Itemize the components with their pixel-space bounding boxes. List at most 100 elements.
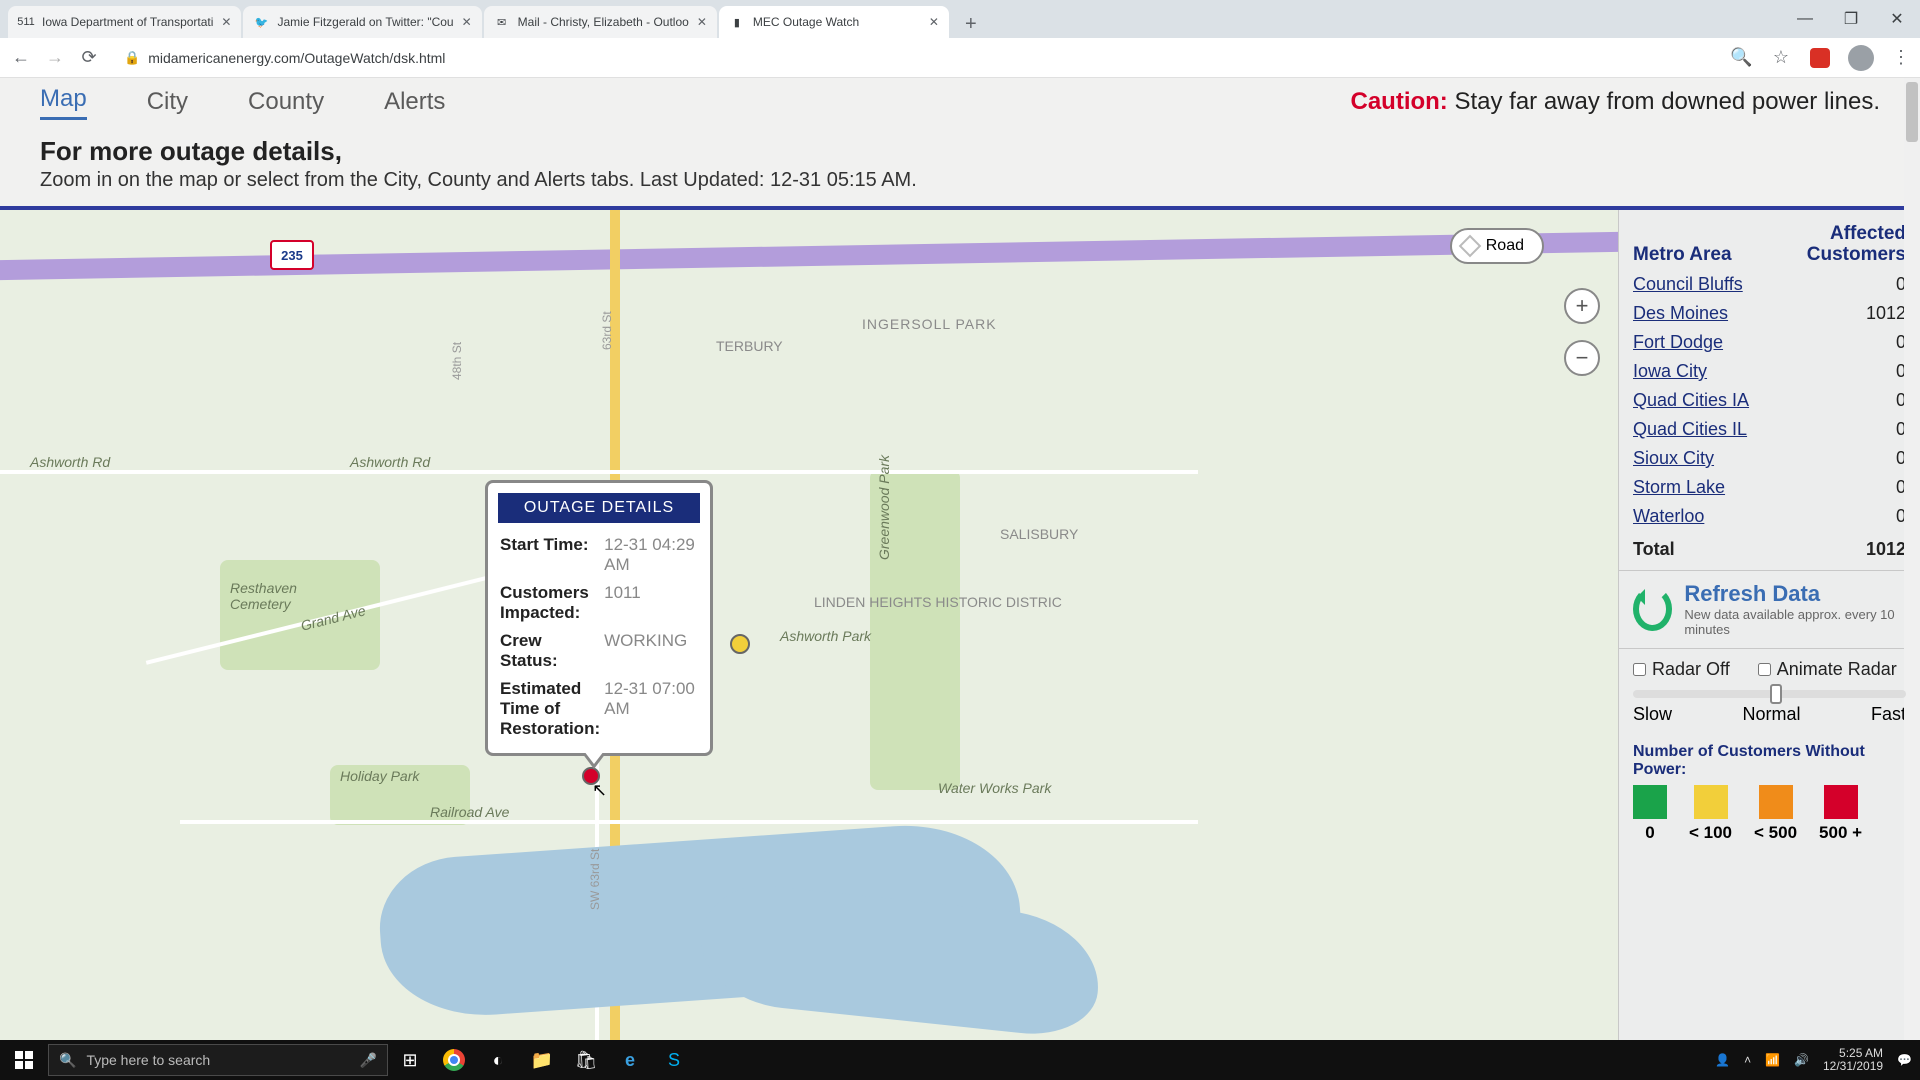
legend-title: Number of Customers Without Power: [1633, 743, 1906, 779]
tray-people-icon[interactable]: 👤 [1715, 1053, 1730, 1067]
popup-field-label: Customers Impacted: [498, 579, 602, 627]
map-label: 48th St [450, 342, 464, 380]
speed-label-slow: Slow [1633, 704, 1672, 725]
page-content: MapCityCountyAlerts Caution: Stay far aw… [0, 78, 1920, 1040]
start-button[interactable] [0, 1040, 48, 1080]
view-tab-map[interactable]: Map [40, 85, 87, 120]
map-layer-road-button[interactable]: Road [1450, 228, 1544, 264]
metro-city-link[interactable]: Fort Dodge [1633, 332, 1723, 353]
taskbar-clock[interactable]: 5:25 AM 12/31/2019 [1823, 1047, 1883, 1073]
map-label: 63rd St [600, 311, 614, 350]
taskbar-app-skype[interactable]: S [652, 1040, 696, 1080]
tab-favicon-icon: 511 [18, 14, 34, 30]
legend-swatch [1694, 785, 1728, 819]
side-col-metro: Metro Area [1633, 244, 1732, 266]
outage-map[interactable]: 235 Resthaven Cemetery Ashworth Rd Ashwo… [0, 210, 1618, 1040]
nav-reload-button[interactable]: ⟳ [78, 47, 100, 68]
browser-tab[interactable]: 🐦Jamie Fitzgerald on Twitter: "Cou✕ [243, 6, 481, 38]
taskbar-app-explorer[interactable]: 📁 [520, 1040, 564, 1080]
tab-close-button[interactable]: ✕ [462, 15, 472, 29]
address-bar[interactable]: 🔒 midamericanenergy.com/OutageWatch/dsk.… [112, 43, 457, 73]
adblock-extension-icon[interactable] [1810, 48, 1830, 68]
search-icon: 🔍 [59, 1052, 76, 1069]
taskbar-app-ie[interactable]: e [608, 1040, 652, 1080]
radar-off-checkbox[interactable]: Radar Off [1633, 659, 1730, 680]
window-minimize-button[interactable]: — [1782, 0, 1828, 38]
nav-forward-button[interactable]: → [44, 47, 66, 68]
mic-icon[interactable]: 🎤 [360, 1052, 377, 1069]
side-total-value: 1012 [1866, 539, 1906, 560]
popup-field-value: 1011 [602, 579, 700, 627]
tab-close-button[interactable]: ✕ [929, 15, 939, 29]
taskbar-app-store[interactable]: 🛍 [564, 1040, 608, 1080]
map-label: Ashworth Rd [30, 454, 110, 470]
tab-favicon-icon: ✉ [494, 14, 510, 30]
speed-label-fast: Fast [1871, 704, 1906, 725]
map-zoom-out-button[interactable]: − [1564, 340, 1600, 376]
taskbar-app-chrome[interactable] [432, 1040, 476, 1080]
view-tabbar: MapCityCountyAlerts Caution: Stay far aw… [0, 78, 1920, 126]
animate-radar-checkbox[interactable]: Animate Radar [1758, 659, 1897, 680]
speed-label-normal: Normal [1742, 704, 1800, 725]
metro-city-link[interactable]: Sioux City [1633, 448, 1714, 469]
legend-item: < 100 [1689, 785, 1732, 843]
map-zoom-in-button[interactable]: + [1564, 288, 1600, 324]
browser-tab[interactable]: ✉Mail - Christy, Elizabeth - Outloo✕ [484, 6, 717, 38]
browser-tab[interactable]: ▮MEC Outage Watch✕ [719, 6, 949, 38]
taskbar-search-input[interactable]: 🔍 Type here to search 🎤 [48, 1044, 388, 1076]
side-total-label: Total [1633, 539, 1675, 560]
page-scrollbar[interactable] [1904, 78, 1920, 1040]
tray-volume-icon[interactable]: 🔊 [1794, 1053, 1809, 1067]
window-close-button[interactable]: ✕ [1874, 0, 1920, 38]
metro-city-link[interactable]: Quad Cities IL [1633, 419, 1747, 440]
radar-speed-slider[interactable] [1633, 690, 1906, 698]
metro-city-link[interactable]: Quad Cities IA [1633, 390, 1749, 411]
tab-close-button[interactable]: ✕ [697, 15, 707, 29]
map-label: SW 63rd St [588, 849, 602, 910]
metro-city-link[interactable]: Council Bluffs [1633, 274, 1743, 295]
windows-taskbar: 🔍 Type here to search 🎤 ⊞ ◐ 📁 🛍 e S 👤 ˄ … [0, 1040, 1920, 1080]
view-tab-alerts[interactable]: Alerts [384, 88, 445, 116]
view-tab-county[interactable]: County [248, 88, 324, 116]
nav-back-button[interactable]: ← [10, 47, 32, 68]
outage-marker-yellow[interactable] [730, 634, 750, 654]
outage-marker-red[interactable] [582, 767, 600, 785]
page-subheader: For more outage details, Zoom in on the … [0, 126, 1920, 206]
tray-overflow-button[interactable]: ˄ [1744, 1053, 1751, 1067]
legend-item: 500 + [1819, 785, 1862, 843]
metro-city-link[interactable]: Des Moines [1633, 303, 1728, 324]
metro-city-link[interactable]: Waterloo [1633, 506, 1704, 527]
popup-field-label: Estimated Time of Restoration: [498, 675, 602, 743]
popup-field-value: 12-31 07:00 AM [602, 675, 700, 743]
legend-label: < 500 [1754, 823, 1797, 843]
popup-title: OUTAGE DETAILS [498, 493, 700, 523]
legend-label: 0 [1645, 823, 1654, 843]
profile-avatar-button[interactable] [1848, 45, 1874, 71]
tab-close-button[interactable]: ✕ [221, 15, 231, 29]
new-tab-button[interactable]: + [957, 10, 985, 38]
legend-swatch [1824, 785, 1858, 819]
bookmark-star-icon[interactable]: ☆ [1770, 47, 1792, 68]
map-label: Holiday Park [340, 768, 419, 784]
taskbar-app-eclipse[interactable]: ◐ [476, 1040, 520, 1080]
browser-menu-button[interactable]: ⋮ [1892, 47, 1910, 68]
tab-title: Jamie Fitzgerald on Twitter: "Cou [277, 15, 453, 29]
task-view-button[interactable]: ⊞ [388, 1040, 432, 1080]
metro-affected-count: 1012 [1866, 303, 1906, 324]
metro-city-link[interactable]: Iowa City [1633, 361, 1707, 382]
window-maximize-button[interactable]: ❐ [1828, 0, 1874, 38]
view-tab-city[interactable]: City [147, 88, 188, 116]
url-text: midamericanenergy.com/OutageWatch/dsk.ht… [148, 50, 445, 66]
tray-network-icon[interactable]: 📶 [1765, 1053, 1780, 1067]
popup-field-value: 12-31 04:29 AM [602, 531, 700, 579]
metro-city-link[interactable]: Storm Lake [1633, 477, 1725, 498]
browser-tab[interactable]: 511Iowa Department of Transportati✕ [8, 6, 241, 38]
refresh-data-button[interactable]: Refresh Data New data available approx. … [1619, 570, 1920, 649]
metro-row: Storm Lake0 [1633, 473, 1906, 502]
legend-swatch [1633, 785, 1667, 819]
search-placeholder: Type here to search [86, 1052, 210, 1068]
zoom-icon[interactable]: 🔍 [1730, 47, 1752, 68]
tray-notifications-button[interactable]: 💬 [1897, 1053, 1912, 1067]
legend-label: < 100 [1689, 823, 1732, 843]
outage-details-popup: OUTAGE DETAILS Start Time:12-31 04:29 AM… [485, 480, 713, 756]
